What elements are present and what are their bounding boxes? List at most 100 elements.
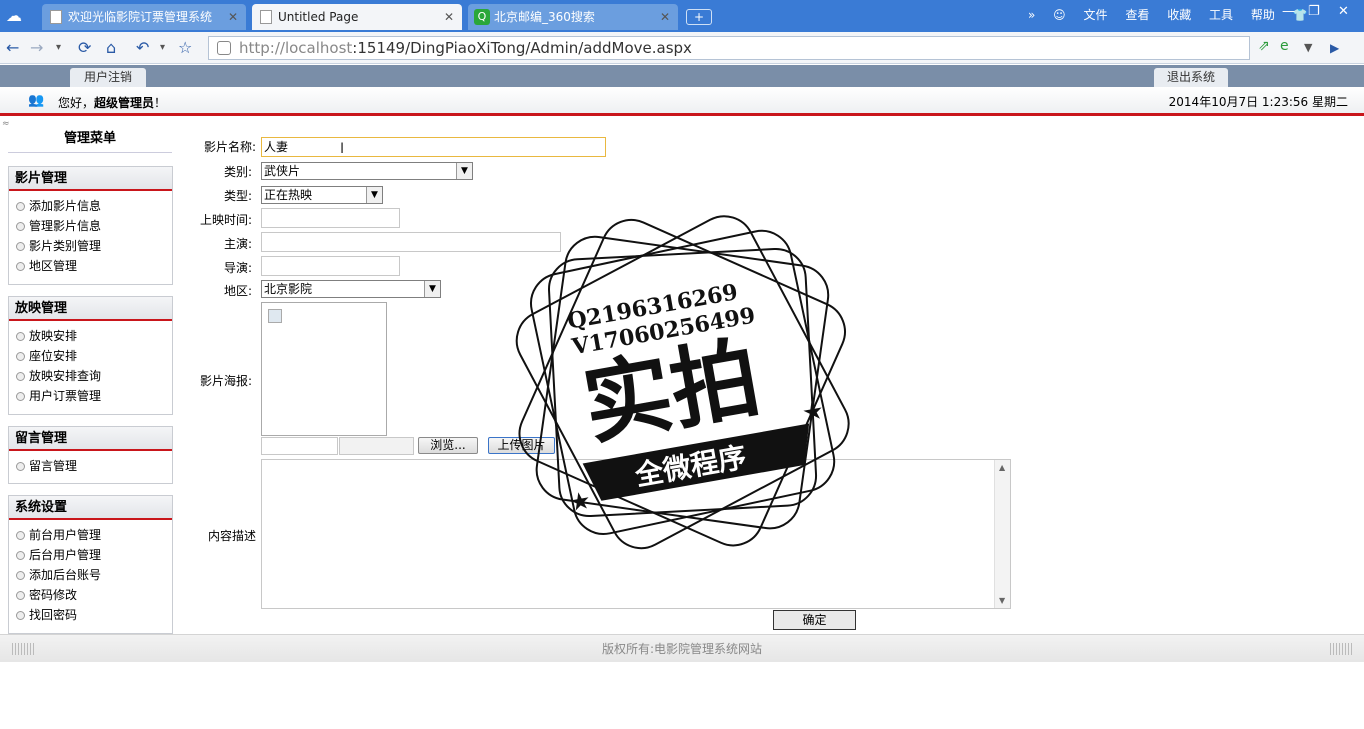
sidebar-title: 管理菜单 [8, 127, 172, 153]
logout-button[interactable]: 用户注销 [70, 68, 146, 87]
type-label: 类型: [223, 189, 252, 203]
movie-name-input[interactable]: 人妻 [261, 137, 606, 157]
search-engine-icon: Q [474, 9, 490, 25]
close-icon[interactable]: ✕ [660, 4, 670, 30]
minimize-icon[interactable]: — [1282, 4, 1295, 19]
chevron-down-icon: ▼ [424, 281, 440, 297]
region-label: 地区: [223, 284, 252, 298]
sidebar-item-back-users[interactable]: 后台用户管理 [9, 545, 172, 565]
file-path-input[interactable] [261, 437, 338, 455]
scroll-up-icon: ▲ [999, 463, 1006, 472]
release-date-input[interactable] [261, 208, 400, 228]
group-title: 影片管理 [9, 167, 172, 191]
tab-welcome[interactable]: 欢迎光临影院订票管理系统 ✕ [42, 4, 246, 30]
group-message: 留言管理 留言管理 [8, 426, 173, 484]
chevron-down-icon[interactable]: ▼ [1304, 41, 1312, 54]
close-icon[interactable]: ✕ [444, 4, 454, 30]
forward-icon[interactable]: → [30, 38, 43, 57]
category-label: 类别: [223, 165, 252, 179]
ie-icon[interactable]: e [1280, 38, 1289, 54]
sidebar-item-front-users[interactable]: 前台用户管理 [9, 525, 172, 545]
chevron-down-icon[interactable]: ▾ [56, 42, 61, 53]
watermark-stamp: Q2196316269 V17060256499 实拍 全微程序 ★ ★ [515, 215, 850, 550]
category-select[interactable]: 武侠片 ▼ [261, 162, 473, 180]
image-icon [268, 309, 282, 323]
datetime: 2014年10月7日 1:23:56 星期二 [1168, 95, 1348, 109]
group-movie: 影片管理 添加影片信息 管理影片信息 影片类别管理 地区管理 [8, 166, 173, 285]
release-label: 上映时间: [199, 213, 252, 227]
menu-file[interactable]: 文件 [1084, 8, 1108, 22]
go-icon[interactable]: ▶ [1330, 41, 1339, 55]
browser-tab-bar: ☁ 欢迎光临影院订票管理系统 ✕ Untitled Page ✕ Q 北京邮编_… [0, 0, 1364, 32]
tab-untitled[interactable]: Untitled Page ✕ [252, 4, 462, 30]
scroll-down-icon: ▼ [999, 596, 1006, 605]
undo-icon[interactable]: ↶ [136, 38, 149, 57]
type-select[interactable]: 正在热映 ▼ [261, 186, 383, 204]
menu-favorites[interactable]: 收藏 [1167, 8, 1191, 22]
group-title: 放映管理 [9, 297, 172, 321]
poster-preview [261, 302, 387, 436]
refresh-icon[interactable]: ⟳ [78, 38, 91, 57]
chevron-down-icon[interactable]: ▾ [160, 42, 165, 53]
sidebar-item-messages[interactable]: 留言管理 [9, 456, 172, 476]
region-select[interactable]: 北京影院 ▼ [261, 280, 441, 298]
sidebar-item-manage-movie[interactable]: 管理影片信息 [9, 216, 172, 236]
sidebar-item-seats[interactable]: 座位安排 [9, 346, 172, 366]
app-header-bar: 用户注销 退出系统 [0, 65, 1364, 87]
group-title: 系统设置 [9, 496, 172, 520]
menu-view[interactable]: 查看 [1125, 8, 1149, 22]
submit-button[interactable]: 确定 [773, 610, 856, 630]
sidebar-item-schedule-query[interactable]: 放映安排查询 [9, 366, 172, 386]
menu-help[interactable]: 帮助 [1251, 8, 1275, 22]
sidebar-item-orders[interactable]: 用户订票管理 [9, 386, 172, 406]
shield-icon [217, 41, 231, 55]
new-tab-button[interactable]: + [686, 9, 712, 25]
sidebar-item-category[interactable]: 影片类别管理 [9, 236, 172, 256]
director-label: 导演: [223, 261, 252, 275]
sidebar-item-add-movie[interactable]: 添加影片信息 [9, 196, 172, 216]
footer: 版权所有:电影院管理系统网站 [0, 634, 1364, 662]
actor-label: 主演: [223, 237, 252, 251]
director-input[interactable] [261, 256, 400, 276]
back-icon[interactable]: ← [6, 38, 19, 57]
sidebar-item-schedule[interactable]: 放映安排 [9, 326, 172, 346]
sidebar-item-region[interactable]: 地区管理 [9, 256, 172, 276]
chevron-down-icon: ▼ [456, 163, 472, 179]
scrollbar[interactable]: ▲ ▼ [994, 460, 1010, 608]
group-title: 留言管理 [9, 427, 172, 451]
close-icon[interactable]: ✕ [228, 4, 238, 30]
url-input[interactable]: http://localhost:15149/DingPiaoXiTong/Ad… [208, 36, 1250, 60]
close-window-icon[interactable]: ✕ [1338, 4, 1349, 19]
copyright-text: 版权所有:电影院管理系统网站 [601, 642, 763, 656]
welcome-bar: 👥 您好，超级管理员！ 2014年10月7日 1:23:56 星期二 [0, 87, 1364, 116]
share-icon[interactable]: ⇗ [1258, 38, 1270, 54]
tab-360-search[interactable]: Q 北京邮编_360搜索 ✕ [468, 4, 678, 30]
sidebar-item-add-admin[interactable]: 添加后台账号 [9, 565, 172, 585]
user-icon[interactable]: ☺ [1053, 8, 1066, 22]
star-icon: ★ [567, 486, 593, 517]
sidebar-item-change-password[interactable]: 密码修改 [9, 585, 172, 605]
address-toolbar: ← → ▾ ⟳ ⌂ ↶ ▾ ☆ http://localhost:15149/D… [0, 32, 1364, 64]
home-icon[interactable]: ⌂ [106, 38, 116, 57]
star-icon[interactable]: ☆ [178, 38, 192, 57]
sidebar: ≈ 管理菜单 影片管理 添加影片信息 管理影片信息 影片类别管理 地区管理 放映… [0, 119, 180, 634]
browse-button[interactable]: 浏览... [418, 437, 478, 454]
name-label: 影片名称: [203, 140, 256, 154]
chevron-down-icon: ▼ [366, 187, 382, 203]
file-name-input[interactable] [339, 437, 414, 455]
sidebar-item-recover-password[interactable]: 找回密码 [9, 605, 172, 625]
greeting: 您好，超级管理员！ [58, 96, 167, 110]
exit-button[interactable]: 退出系统 [1154, 68, 1228, 87]
restore-icon[interactable]: ❐ [1308, 4, 1320, 19]
grip-icon [1330, 643, 1352, 655]
group-screening: 放映管理 放映安排 座位安排 放映安排查询 用户订票管理 [8, 296, 173, 415]
text-cursor-icon: I [340, 141, 345, 157]
poster-label: 影片海报: [199, 374, 252, 388]
page-icon [50, 10, 62, 24]
cloud-icon[interactable]: ☁ [6, 6, 30, 25]
more-icon[interactable]: » [1028, 8, 1035, 22]
description-label: 内容描述 [207, 529, 256, 543]
browser-menu: » ☺ 文件 查看 收藏 工具 帮助 👕 [1028, 6, 1322, 23]
menu-tools[interactable]: 工具 [1209, 8, 1233, 22]
users-icon: 👥 [28, 93, 45, 108]
